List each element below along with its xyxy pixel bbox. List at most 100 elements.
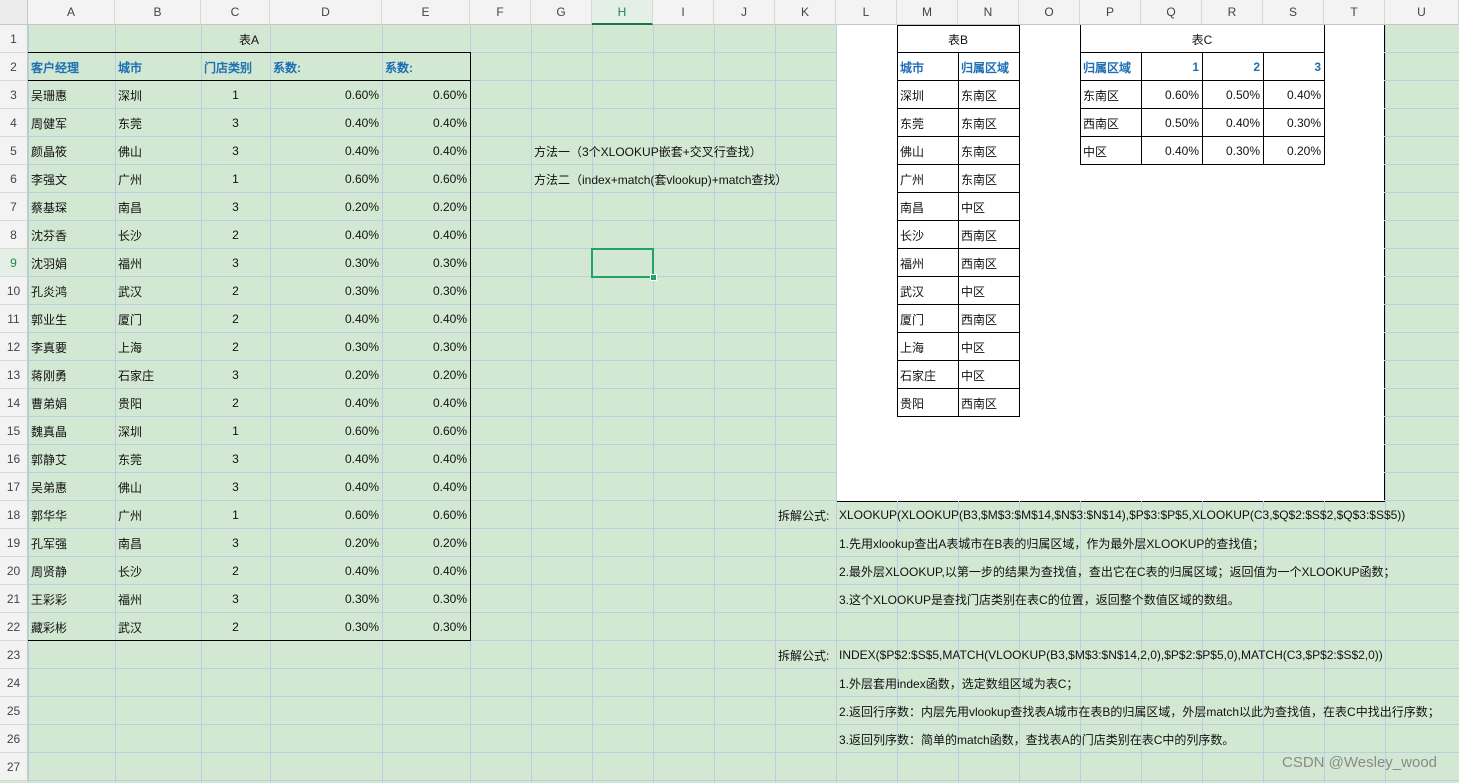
table-a-cell: 藏彩彬 xyxy=(31,620,68,635)
table-a-cell: 0.20% xyxy=(344,368,379,382)
row-header-5[interactable]: 5 xyxy=(0,137,28,165)
table-a-cell: 0.30% xyxy=(344,592,379,606)
table-b-cell: 贵阳 xyxy=(900,396,925,411)
table-a-cell: 2 xyxy=(232,340,239,354)
column-header-c[interactable]: C xyxy=(201,0,270,25)
table-a-cell: 0.30% xyxy=(432,620,467,634)
row-header-24[interactable]: 24 xyxy=(0,669,28,697)
row-header-12[interactable]: 12 xyxy=(0,333,28,361)
column-header-g[interactable]: G xyxy=(531,0,592,25)
column-header-q[interactable]: Q xyxy=(1141,0,1202,25)
table-a-cell: 佛山 xyxy=(118,480,143,495)
method-1-text: 方法一（3个XLOOKUP嵌套+交叉行查找） xyxy=(534,144,762,159)
table-a-cell: 0.20% xyxy=(344,536,379,550)
row-header-6[interactable]: 6 xyxy=(0,165,28,193)
table-b-cell: 石家庄 xyxy=(900,368,937,383)
column-header-s[interactable]: S xyxy=(1263,0,1324,25)
explain-2-step: 2.返回行序数：内层先用vlookup查找表A城市在表B的归属区域，外层matc… xyxy=(839,704,1440,719)
row-header-27[interactable]: 27 xyxy=(0,753,28,781)
table-a-cell: 颜晶筱 xyxy=(31,144,68,159)
table-a-cell: 3 xyxy=(232,480,239,494)
row-header-16[interactable]: 16 xyxy=(0,445,28,473)
row-header-10[interactable]: 10 xyxy=(0,277,28,305)
table-a-border-header xyxy=(28,80,471,81)
table-a-cell: 佛山 xyxy=(118,144,143,159)
table-b-cell: 中区 xyxy=(961,368,986,383)
row-header-9[interactable]: 9 xyxy=(0,249,28,277)
row-header-19[interactable]: 19 xyxy=(0,529,28,557)
row-header-18[interactable]: 18 xyxy=(0,501,28,529)
explain-2-formula: INDEX($P$2:$S$5,MATCH(VLOOKUP(B3,$M$3:$N… xyxy=(839,648,1383,662)
table-a-cell: 0.40% xyxy=(344,144,379,158)
table-a-cell: 福州 xyxy=(118,592,143,607)
table-c-cell: 0.20% xyxy=(1286,144,1321,158)
row-header-2[interactable]: 2 xyxy=(0,53,28,81)
row-header-8[interactable]: 8 xyxy=(0,221,28,249)
column-header-m[interactable]: M xyxy=(897,0,958,25)
table-a-cell: 1 xyxy=(232,424,239,438)
table-a-cell: 2 xyxy=(232,564,239,578)
column-header-b[interactable]: B xyxy=(115,0,201,25)
column-header-k[interactable]: K xyxy=(775,0,836,25)
fill-handle[interactable] xyxy=(650,274,657,281)
table-b-vline-left xyxy=(897,25,898,417)
column-header-l[interactable]: L xyxy=(836,0,897,25)
row-header-25[interactable]: 25 xyxy=(0,697,28,725)
watermark: CSDN @Wesley_wood xyxy=(1282,754,1438,771)
selected-cell-h9[interactable] xyxy=(591,248,654,278)
row-header-13[interactable]: 13 xyxy=(0,361,28,389)
table-a-cell: 0.40% xyxy=(344,452,379,466)
column-header-d[interactable]: D xyxy=(270,0,382,25)
column-header-e[interactable]: E xyxy=(382,0,470,25)
column-header-h[interactable]: H xyxy=(592,0,653,25)
table-a-cell: 孔军强 xyxy=(31,536,68,551)
column-header-a[interactable]: A xyxy=(28,0,115,25)
row-header-17[interactable]: 17 xyxy=(0,473,28,501)
table-a-cell: 0.30% xyxy=(344,256,379,270)
row-header-15[interactable]: 15 xyxy=(0,417,28,445)
table-a-border-top xyxy=(28,52,471,53)
row-header-23[interactable]: 23 xyxy=(0,641,28,669)
row-header-20[interactable]: 20 xyxy=(0,557,28,585)
row-header-3[interactable]: 3 xyxy=(0,81,28,109)
table-a-cell: 2 xyxy=(232,312,239,326)
grid-vline xyxy=(1385,25,1386,783)
table-a-cell: 0.30% xyxy=(344,620,379,634)
table-a-header: 客户经理 xyxy=(31,60,80,75)
row-header-21[interactable]: 21 xyxy=(0,585,28,613)
column-header-p[interactable]: P xyxy=(1080,0,1141,25)
table-c-vline-left xyxy=(1080,25,1081,165)
column-header-j[interactable]: J xyxy=(714,0,775,25)
column-header-o[interactable]: O xyxy=(1019,0,1080,25)
row-header-11[interactable]: 11 xyxy=(0,305,28,333)
table-a-cell: 孔炎鸿 xyxy=(31,284,68,299)
row-header-7[interactable]: 7 xyxy=(0,193,28,221)
table-b-cell: 东南区 xyxy=(961,116,998,131)
grid-vline xyxy=(775,25,776,783)
row-header-22[interactable]: 22 xyxy=(0,613,28,641)
row-header-1[interactable]: 1 xyxy=(0,25,28,53)
table-a-cell: 3 xyxy=(232,592,239,606)
column-header-r[interactable]: R xyxy=(1202,0,1263,25)
column-header-t[interactable]: T xyxy=(1324,0,1385,25)
select-all-corner[interactable] xyxy=(0,0,28,25)
table-c-vline xyxy=(1141,52,1142,165)
row-header-26[interactable]: 26 xyxy=(0,725,28,753)
table-a-cell: 王彩彩 xyxy=(31,592,68,607)
column-header-f[interactable]: F xyxy=(470,0,531,25)
table-a-cell: 0.60% xyxy=(344,508,379,522)
column-header-u[interactable]: U xyxy=(1385,0,1459,25)
column-header-n[interactable]: N xyxy=(958,0,1019,25)
table-a-cell: 1 xyxy=(232,88,239,102)
spreadsheet-grid[interactable]: A B C D E F G H I J K L M N O P Q R S T U 1 2 3 4 5 6 7 8 9 10 11 12 13 14… xyxy=(0,0,1459,783)
table-c-cell: 0.60% xyxy=(1164,88,1199,102)
row-header-14[interactable]: 14 xyxy=(0,389,28,417)
table-b-cell: 西南区 xyxy=(961,256,998,271)
table-a-cell: 3 xyxy=(232,144,239,158)
table-a-cell: 0.30% xyxy=(432,592,467,606)
table-a-cell: 武汉 xyxy=(118,620,143,635)
table-b-cell: 中区 xyxy=(961,200,986,215)
table-b-cell: 上海 xyxy=(900,340,925,355)
column-header-i[interactable]: I xyxy=(653,0,714,25)
row-header-4[interactable]: 4 xyxy=(0,109,28,137)
